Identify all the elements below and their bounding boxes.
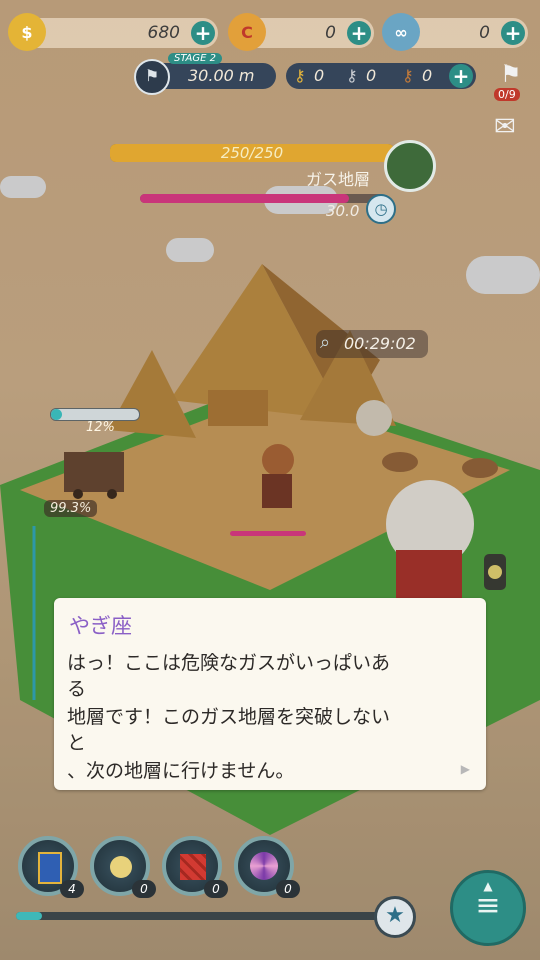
- flag-count: 0/9: [494, 88, 520, 101]
- card-pack-icon: [38, 852, 62, 884]
- layer-hp-bar: 250/250: [110, 144, 394, 162]
- red-coin-icon: C: [228, 13, 266, 51]
- menu-button[interactable]: ▲ ≡: [450, 870, 526, 946]
- gas-layer-icon: [384, 140, 436, 192]
- red-value: 0: [325, 23, 336, 43]
- flag-icon: ⚑: [500, 60, 522, 88]
- cart-progress-text: 12%: [86, 420, 115, 435]
- red-currency: C 0 +: [228, 13, 374, 51]
- bronze-key-count: 0: [422, 66, 433, 85]
- gold-currency: $ 680 +: [8, 13, 218, 51]
- item-slot-card-pack[interactable]: 4: [18, 836, 84, 898]
- stopwatch-icon: ◷: [366, 194, 396, 224]
- blue-value: 0: [479, 23, 490, 43]
- item-count: 0: [132, 880, 156, 898]
- dynamite-icon: [180, 854, 206, 880]
- miner-hp-bar: [230, 531, 306, 536]
- bottom-progress-track: [16, 912, 384, 920]
- silver-key-count: 0: [366, 66, 377, 85]
- star-icon: ★: [385, 903, 405, 928]
- potion-icon: [110, 856, 132, 878]
- layer-timer-fill: [140, 194, 350, 203]
- keys-bar: ⚷ 0 ⚷ 0 ⚷ 0 +: [286, 63, 476, 89]
- bronze-key-icon: ⚷: [402, 66, 414, 85]
- gold-key-icon: ⚷: [294, 66, 306, 85]
- dialog-box[interactable]: やぎ座 はっ！ここは危険なガスがいっぱいあ る 地層です！このガス地層を突破しな…: [54, 598, 486, 790]
- speaker-name: やぎ座: [69, 614, 132, 638]
- star-button[interactable]: ★: [374, 896, 416, 938]
- cart-progress-fill: [51, 409, 62, 420]
- gold-key-count: 0: [314, 66, 325, 85]
- mail-icon: ✉: [494, 112, 516, 142]
- hamburger-icon: ≡: [475, 888, 501, 923]
- add-gold-button[interactable]: +: [191, 21, 215, 45]
- blue-coin-icon: ∞: [382, 13, 420, 51]
- dialog-line: と: [67, 732, 87, 754]
- layer-timer-value: 30.0: [326, 202, 360, 220]
- layer-name: ガス地層: [306, 170, 371, 189]
- mine-timer: ⌕ 00:29:02: [316, 330, 428, 358]
- gold-coin-icon: $: [8, 13, 46, 51]
- magnifier-icon: ⌕: [320, 332, 331, 353]
- bottom-progress-fill: [16, 912, 42, 920]
- gold-value: 680: [147, 23, 180, 43]
- stage-flag-icon: ⚑: [134, 59, 170, 95]
- dialog-line: 、次の地層に行けません。: [67, 760, 295, 782]
- stage-label: STAGE 2: [168, 53, 222, 64]
- mine-timer-text: 00:29:02: [344, 334, 416, 353]
- item-slot-potion[interactable]: 0: [90, 836, 156, 898]
- item-slot-dynamite[interactable]: 0: [162, 836, 228, 898]
- efficiency-badge: 99.3%: [44, 500, 98, 517]
- silver-key-icon: ⚷: [346, 66, 358, 85]
- mail-button[interactable]: ✉: [494, 112, 528, 142]
- dialog-next-icon: ▶: [460, 762, 470, 776]
- flag-button[interactable]: ⚑ 0/9: [494, 60, 530, 104]
- dialog-line: 地層です！このガス地層を突破しない: [67, 706, 391, 728]
- depth-indicator: ⚑ STAGE 2 30.00 m: [134, 53, 276, 95]
- add-key-button[interactable]: +: [449, 64, 473, 88]
- add-blue-button[interactable]: +: [501, 21, 525, 45]
- item-slot-candy[interactable]: 0: [234, 836, 300, 898]
- dialog-line: る: [67, 678, 87, 700]
- item-count: 0: [204, 880, 228, 898]
- blue-currency: ∞ 0 +: [382, 13, 528, 51]
- dialog-line: はっ！ここは危険なガスがいっぱいあ: [67, 652, 391, 674]
- item-count: 4: [60, 880, 84, 898]
- candy-icon: [250, 852, 278, 880]
- add-red-button[interactable]: +: [347, 21, 371, 45]
- depth-value: 30.00 m: [188, 66, 255, 85]
- layer-hp-text: 250/250: [220, 144, 284, 162]
- item-count: 0: [276, 880, 300, 898]
